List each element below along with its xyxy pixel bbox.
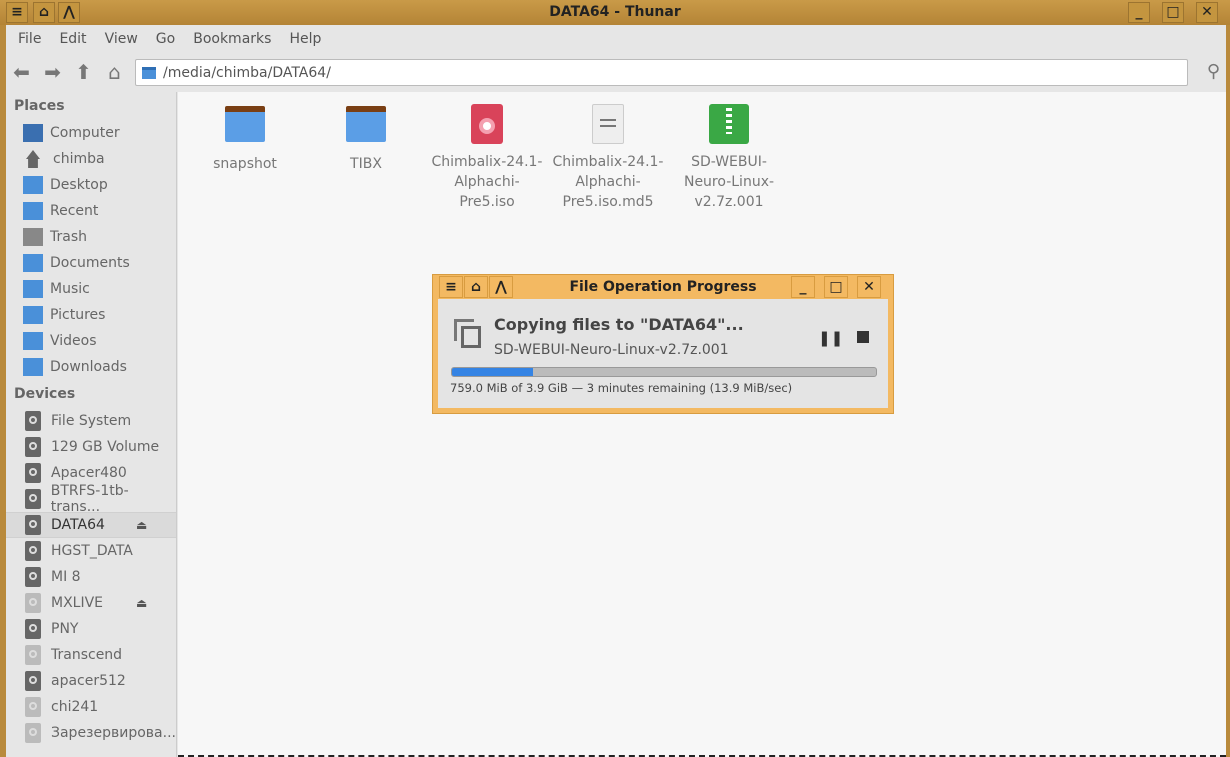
place-icon: [23, 254, 43, 272]
sidebar-item-downloads[interactable]: Downloads: [6, 354, 176, 380]
toolbar: ⬅ ➡ ⬆ ⌂ /media/chimba/DATA64/ ⚲: [6, 52, 1226, 92]
place-icon: [23, 202, 43, 220]
maximize-button[interactable]: □: [1162, 2, 1184, 23]
drive-icon: [25, 593, 41, 613]
sidebar-device-hgst-data[interactable]: HGST_DATA: [6, 538, 176, 564]
menu-bookmarks[interactable]: Bookmarks: [184, 31, 280, 47]
text-icon: [588, 104, 628, 146]
sidebar-item-recent[interactable]: Recent: [6, 198, 176, 224]
home-icon[interactable]: ⌂: [99, 60, 130, 84]
drive-icon: [25, 463, 41, 483]
progress-dialog: ≡ ⌂ ⋀ File Operation Progress _ □ ✕ Copy…: [432, 274, 894, 414]
place-icon: [23, 332, 43, 350]
sidebar-device-item[interactable]: Зарезервирова...: [6, 720, 176, 746]
progress-status: 759.0 MiB of 3.9 GiB — 3 minutes remaini…: [450, 381, 793, 395]
sidebar-device-apacer512[interactable]: apacer512: [6, 668, 176, 694]
title-bar: ≡ ⌂ ⋀ DATA64 - Thunar _ □ ✕: [0, 0, 1230, 25]
place-icon: [23, 358, 43, 376]
folder-icon: [346, 106, 386, 148]
drive-icon: [25, 541, 41, 561]
file-item-chimbalix-24-1-pre5-iso-md5[interactable]: Chimbalix-24.1- Alphachi- Pre5.iso.md5: [549, 100, 667, 212]
drive-icon: [25, 697, 41, 717]
sidebar-device-btrfs-1tb-trans[interactable]: BTRFS-1tb-trans...: [6, 483, 176, 515]
menu-bar: File Edit View Go Bookmarks Help: [6, 25, 1226, 52]
close-button[interactable]: ✕: [1196, 2, 1218, 23]
stop-button[interactable]: [857, 331, 869, 343]
sidebar-item-documents[interactable]: Documents: [6, 250, 176, 276]
window-title: DATA64 - Thunar: [549, 4, 681, 20]
devices-header: Devices: [14, 386, 76, 402]
sidebar-item-music[interactable]: Music: [6, 276, 176, 302]
forward-icon[interactable]: ➡: [37, 60, 68, 84]
drive-icon: [25, 671, 41, 691]
sidebar-item-desktop[interactable]: Desktop: [6, 172, 176, 198]
sidebar-device-pny[interactable]: PNY: [6, 616, 176, 642]
archive-icon: [709, 104, 749, 146]
menu-go[interactable]: Go: [147, 31, 184, 47]
file-item-chimbalix-24-1-pre5-iso[interactable]: Chimbalix-24.1- Alphachi- Pre5.iso: [428, 100, 546, 212]
place-icon: [23, 124, 43, 142]
sidebar-item-videos[interactable]: Videos: [6, 328, 176, 354]
sidebar-item-chimba[interactable]: chimba: [6, 146, 176, 172]
drive-icon: [25, 645, 41, 665]
drive-icon: [25, 723, 41, 743]
iso-icon: [467, 104, 507, 146]
sidebar-device-mxlive[interactable]: MXLIVE ⏏: [6, 590, 176, 616]
back-icon[interactable]: ⬅: [6, 60, 37, 84]
menu-edit[interactable]: Edit: [50, 31, 95, 47]
place-icon: [23, 280, 43, 298]
sidebar-device-129-gb-volume[interactable]: 129 GB Volume: [6, 434, 176, 460]
dialog-maximize-button[interactable]: □: [824, 276, 848, 298]
drive-icon: [25, 515, 41, 535]
dialog-filename: SD-WEBUI-Neuro-Linux-v2.7z.001: [494, 342, 729, 358]
progress-fill: [452, 368, 533, 376]
sidebar-device-mi-8[interactable]: MI 8: [6, 564, 176, 590]
drive-icon: [25, 567, 41, 587]
drive-icon: [25, 489, 41, 509]
dialog-heading: Copying files to "DATA64"...: [494, 315, 744, 334]
search-icon[interactable]: ⚲: [1207, 61, 1220, 82]
place-icon: [23, 228, 43, 246]
menu-help[interactable]: Help: [280, 31, 330, 47]
menu-file[interactable]: File: [9, 31, 50, 47]
drive-icon: [25, 619, 41, 639]
place-icon: [23, 176, 43, 194]
up-icon[interactable]: ⬆: [68, 60, 99, 84]
drive-icon: [25, 437, 41, 457]
dialog-close-button[interactable]: ✕: [857, 276, 881, 298]
sidebar: Places Computer chimba Desktop Recent Trash Do…: [6, 92, 177, 757]
minimize-button[interactable]: _: [1128, 2, 1150, 23]
sidebar-device-file-system[interactable]: File System: [6, 408, 176, 434]
dialog-minimize-button[interactable]: _: [791, 276, 815, 298]
file-item-sd-webui-v2-7z-001[interactable]: SD-WEBUI- Neuro-Linux-v2.7z.001: [670, 100, 788, 212]
eject-icon[interactable]: ⏏: [136, 596, 147, 610]
menu-view[interactable]: View: [96, 31, 147, 47]
file-item-tibx[interactable]: TIBX: [307, 100, 425, 174]
sidebar-item-trash[interactable]: Trash: [6, 224, 176, 250]
location-bar[interactable]: /media/chimba/DATA64/: [135, 59, 1188, 86]
drive-icon: [25, 411, 41, 431]
sidebar-device-chi241[interactable]: chi241: [6, 694, 176, 720]
file-view: snapshot TIBX Chimbalix-24.1- Alphachi- Pre5…: [178, 92, 1226, 757]
eject-icon[interactable]: ⏏: [136, 518, 147, 532]
file-item-snapshot[interactable]: snapshot: [186, 100, 304, 174]
location-text: /media/chimba/DATA64/: [163, 64, 331, 81]
folder-icon: [142, 66, 156, 79]
folder-icon: [225, 106, 265, 148]
copy-icon: [454, 319, 482, 349]
place-icon: [26, 150, 40, 168]
place-icon: [23, 306, 43, 324]
places-header: Places: [14, 98, 65, 114]
sidebar-device-data64[interactable]: DATA64 ⏏: [6, 512, 176, 538]
sidebar-device-transcend[interactable]: Transcend: [6, 642, 176, 668]
pause-button[interactable]: ❚❚: [818, 329, 843, 347]
sidebar-item-pictures[interactable]: Pictures: [6, 302, 176, 328]
progress-bar: [451, 367, 877, 377]
sidebar-item-computer[interactable]: Computer: [6, 120, 176, 146]
